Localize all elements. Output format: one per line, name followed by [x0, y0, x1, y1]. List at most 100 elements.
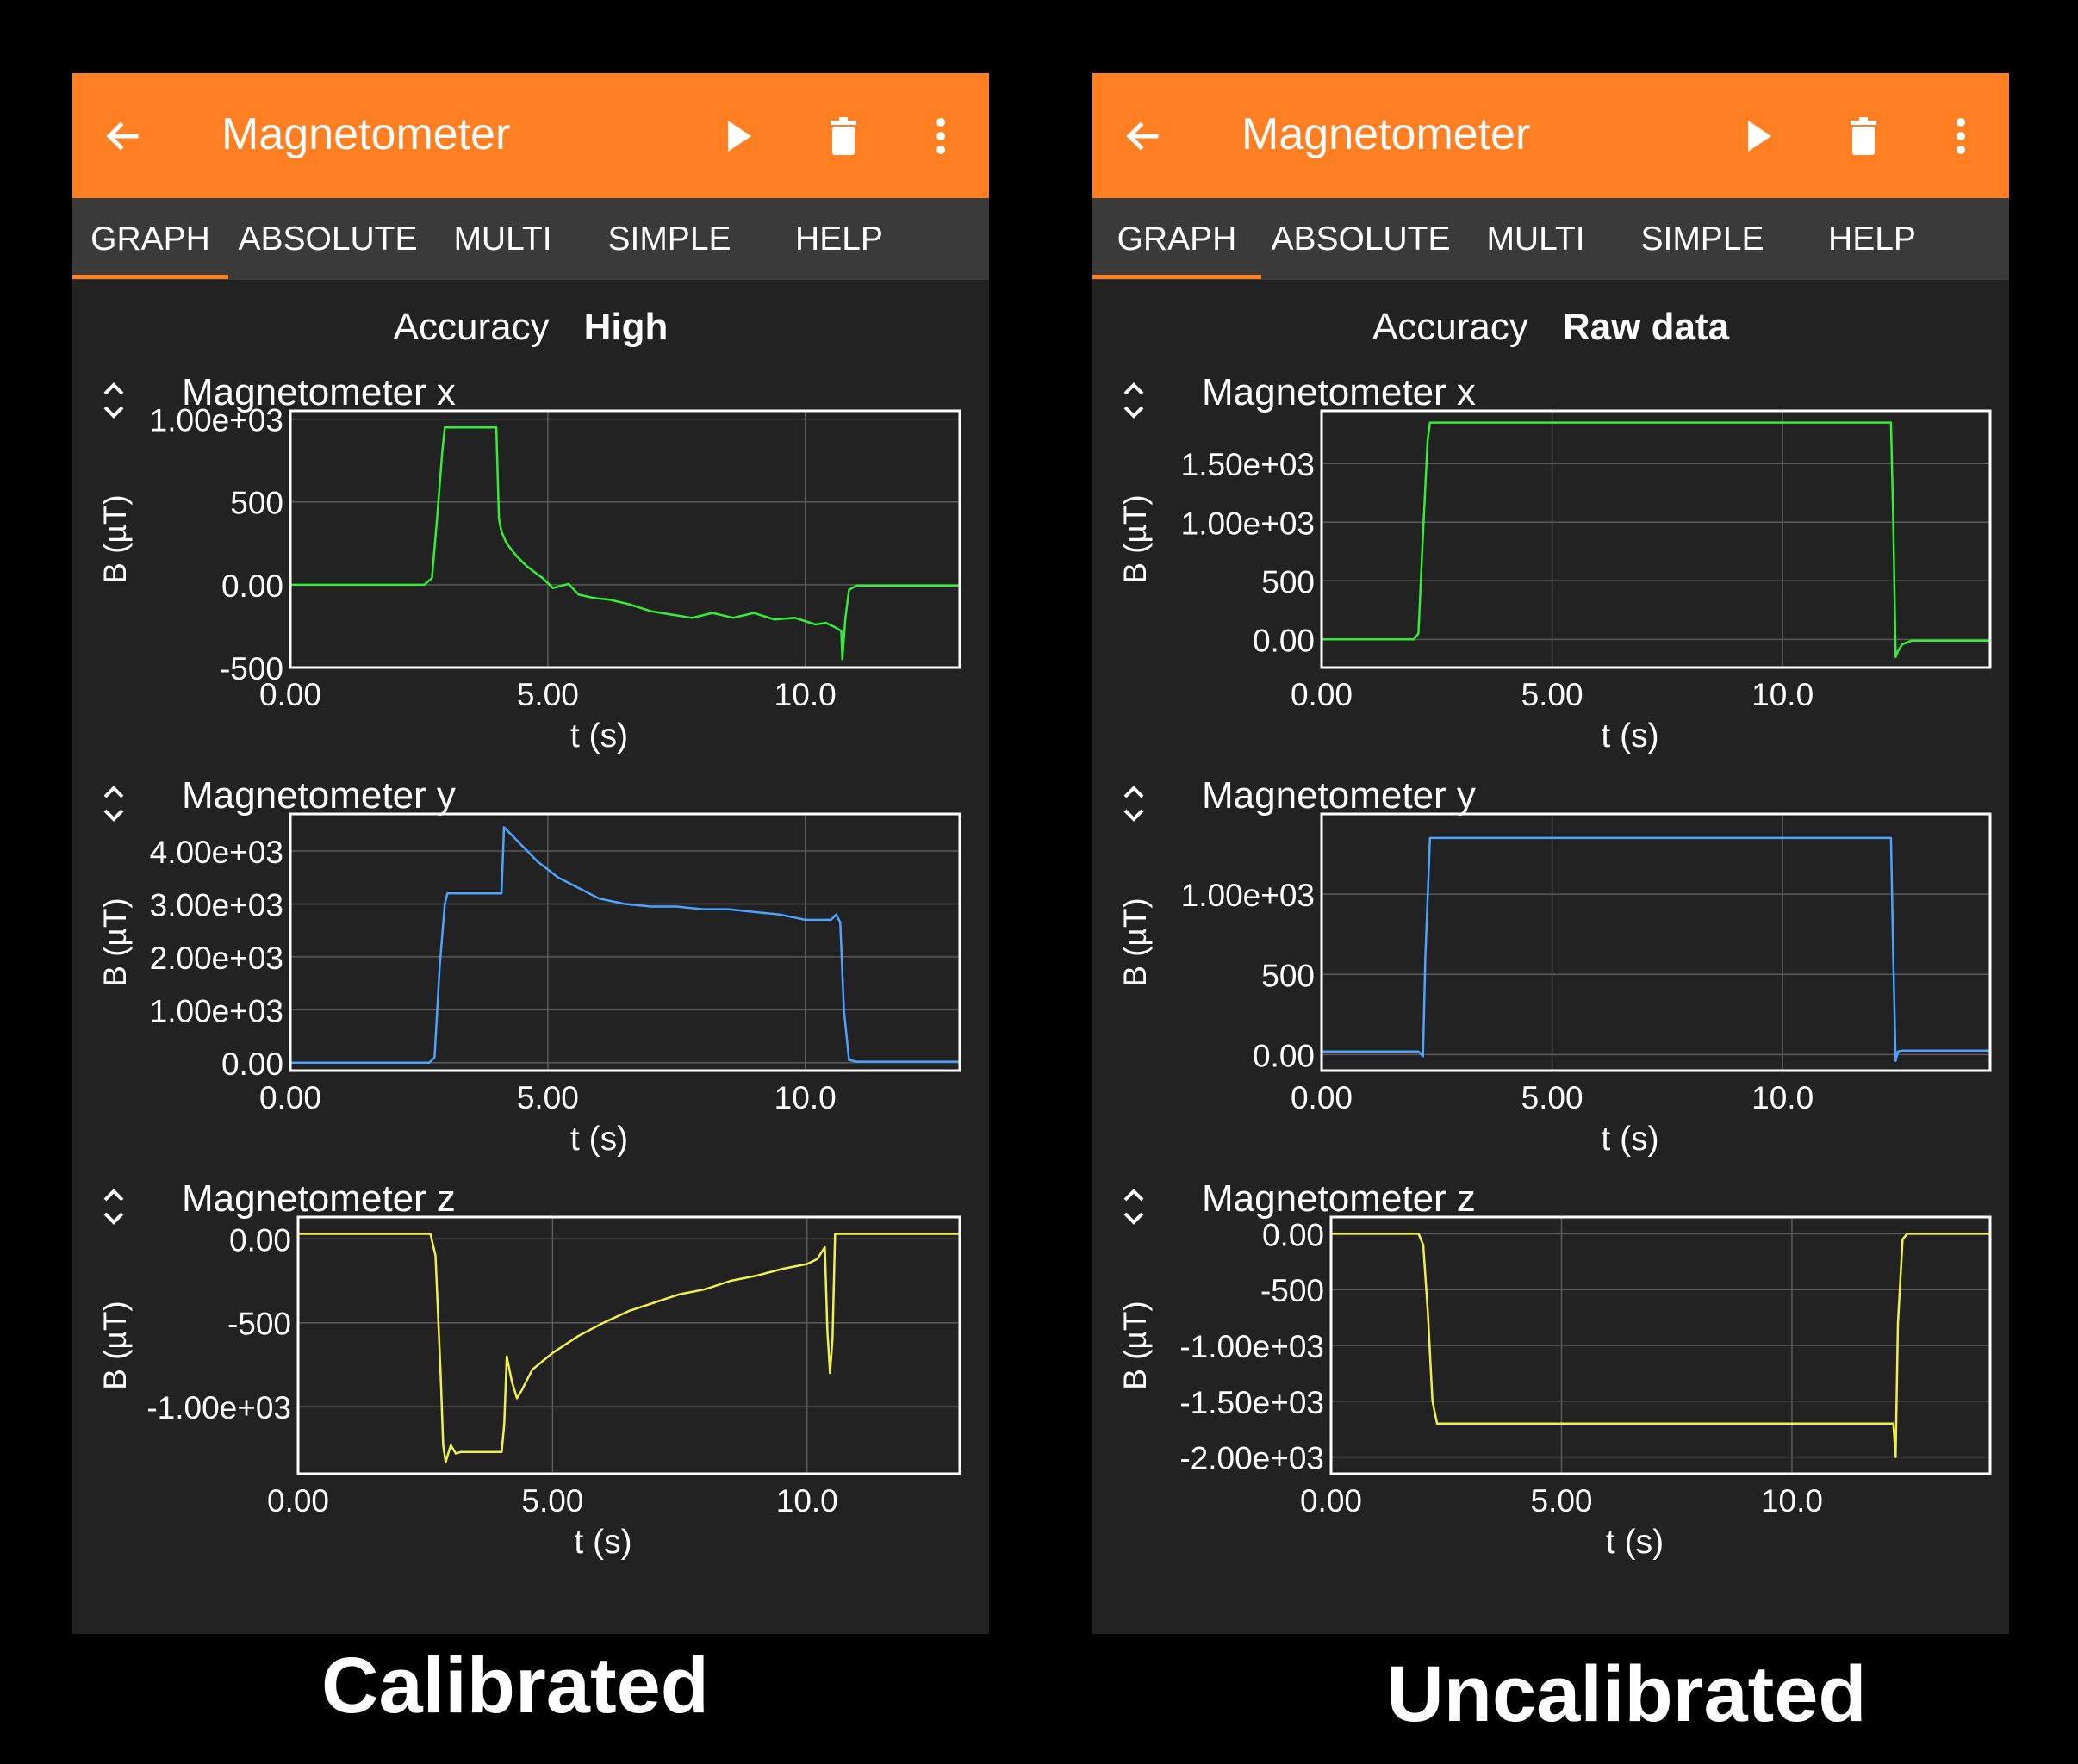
y-tick-label: 1.00e+03	[1181, 878, 1315, 913]
y-tick-label: 1.00e+03	[150, 993, 283, 1028]
x-tick-label: 5.00	[1521, 1080, 1583, 1115]
graph-magnetometer-y[interactable]: Magnetometer y 4.00e+03 3.00e+03 2.00e+03 1.…	[72, 769, 989, 1165]
plot-frame	[289, 409, 961, 669]
active-tab-indicator	[1092, 275, 1261, 279]
y-tick-label: 2.00e+03	[150, 941, 283, 976]
more-vert-icon[interactable]	[918, 114, 963, 158]
back-arrow-icon[interactable]	[100, 114, 145, 158]
chart-svg: 0.00 -500 -1.00e+03 -1.50e+03 -2.00e+03 0.00 5…	[1117, 1215, 1992, 1561]
tab-simple[interactable]: SIMPLE	[578, 198, 761, 280]
y-tick-label: 0.00	[229, 1222, 291, 1258]
x-tick-label: 10.0	[1761, 1483, 1823, 1519]
x-tick-label: 0.00	[259, 1080, 321, 1115]
x-tick-label: 0.00	[1291, 1080, 1353, 1115]
y-tick-label: 0.00	[221, 1047, 283, 1082]
series-line	[1322, 421, 1990, 659]
x-axis-label: t (s)	[1601, 717, 1658, 755]
tab-multi[interactable]: MULTI	[1460, 198, 1611, 280]
phone-screen-uncalibrated: Magnetometer GRAPH ABSOLUTE MULTI SIMPLE…	[1092, 73, 2009, 1634]
y-tick-label: 0.00	[221, 568, 283, 604]
active-tab-indicator	[72, 275, 228, 279]
y-axis-label: B (µT)	[1117, 898, 1153, 987]
y-tick-label: 500	[1261, 958, 1315, 993]
plot-frame	[289, 812, 961, 1072]
y-axis-label: B (µT)	[1117, 494, 1153, 584]
x-tick-label: 10.0	[776, 1483, 838, 1519]
x-tick-label: 0.00	[259, 677, 321, 712]
y-tick-label: 1.00e+03	[150, 403, 283, 438]
tab-multi[interactable]: MULTI	[427, 198, 578, 280]
accuracy-label: Accuracy	[393, 306, 550, 348]
x-tick-label: 10.0	[1751, 1080, 1814, 1115]
y-tick-label: 0.00	[1262, 1217, 1324, 1252]
accuracy-label: Accuracy	[1372, 306, 1528, 348]
tab-help[interactable]: HELP	[761, 198, 918, 280]
tab-help[interactable]: HELP	[1794, 198, 1950, 280]
x-tick-label: 0.00	[1300, 1483, 1362, 1519]
y-tick-label: -1.00e+03	[146, 1390, 291, 1425]
graph-magnetometer-y[interactable]: Magnetometer y 1.00e+03 500 0.00 0.00 5.00 10.…	[1092, 769, 2009, 1165]
x-tick-label: 5.00	[517, 1080, 579, 1115]
x-axis-label: t (s)	[570, 1121, 628, 1158]
y-tick-label: -1.50e+03	[1179, 1385, 1324, 1420]
caption-uncalibrated: Uncalibrated	[1386, 1650, 1867, 1738]
tab-absolute[interactable]: ABSOLUTE	[1261, 198, 1460, 280]
y-tick-label: 0.00	[1253, 623, 1315, 658]
play-icon[interactable]	[1735, 114, 1780, 158]
y-tick-label: -500	[1260, 1273, 1324, 1308]
trash-icon[interactable]	[821, 114, 866, 158]
y-tick-label: -1.00e+03	[1179, 1329, 1324, 1364]
x-axis-label: t (s)	[1606, 1524, 1664, 1561]
series-line	[290, 826, 960, 1065]
tab-absolute[interactable]: ABSOLUTE	[228, 198, 427, 280]
tab-graph[interactable]: GRAPH	[1092, 198, 1261, 280]
accuracy-value: High	[583, 306, 669, 348]
y-tick-label: 1.00e+03	[1181, 506, 1315, 541]
x-tick-label: 10.0	[775, 677, 837, 712]
graph-magnetometer-x[interactable]: Magnetometer x 1.50e+03 1.00e+03 500 0.00 0.0…	[1092, 366, 2009, 762]
y-axis-label: B (µT)	[97, 494, 133, 584]
y-tick-label: 500	[230, 486, 283, 521]
accuracy-row: Accuracy Raw data	[1092, 301, 2009, 353]
accuracy-row: Accuracy High	[72, 301, 989, 353]
x-tick-label: 5.00	[517, 677, 579, 712]
plot-frame	[296, 1215, 961, 1475]
trash-icon[interactable]	[1841, 114, 1886, 158]
more-vert-icon[interactable]	[1938, 114, 1983, 158]
x-tick-label: 0.00	[267, 1483, 329, 1519]
y-tick-label: 4.00e+03	[150, 835, 283, 870]
tab-simple[interactable]: SIMPLE	[1611, 198, 1794, 280]
chart-svg: 1.00e+03 500 0.00 0.00 5.00 10.0 t (s) B (µT)	[1117, 812, 1992, 1158]
caption-calibrated: Calibrated	[321, 1642, 709, 1730]
y-axis-label: B (µT)	[97, 898, 133, 987]
y-tick-label: 1.50e+03	[1181, 447, 1315, 482]
app-bar: Magnetometer	[72, 73, 989, 198]
graph-magnetometer-z[interactable]: Magnetometer z 0.00 -500 -1.00e+03 0.00 5.00 1…	[72, 1172, 989, 1568]
tab-bar: GRAPH ABSOLUTE MULTI SIMPLE HELP	[72, 198, 989, 280]
app-title: Magnetometer	[221, 109, 511, 159]
y-tick-label: -500	[227, 1307, 291, 1342]
back-arrow-icon[interactable]	[1120, 114, 1165, 158]
x-axis-label: t (s)	[1601, 1121, 1658, 1158]
y-tick-label: 0.00	[1253, 1038, 1315, 1073]
app-title: Magnetometer	[1241, 109, 1531, 159]
chart-svg: 0.00 -500 -1.00e+03 0.00 5.00 10.0 t (s) B (µT)	[97, 1215, 961, 1561]
y-tick-label: -2.00e+03	[1179, 1441, 1324, 1476]
phone-screen-calibrated: Magnetometer GRAPH ABSOLUTE MULTI SIMPLE…	[72, 73, 989, 1634]
x-tick-label: 10.0	[1751, 677, 1814, 712]
tab-bar: GRAPH ABSOLUTE MULTI SIMPLE HELP	[1092, 198, 2009, 280]
plot-frame	[1320, 812, 1992, 1072]
x-tick-label: 5.00	[1530, 1483, 1592, 1519]
chart-svg: 1.50e+03 1.00e+03 500 0.00 0.00 5.00 10.0 t (s)…	[1117, 409, 1992, 755]
chart-svg: 1.00e+035000.00-5000.00 5.00 10.0t (s)B (µ…	[97, 403, 961, 755]
x-tick-label: 5.00	[1521, 677, 1583, 712]
tab-graph[interactable]: GRAPH	[72, 198, 228, 280]
y-axis-label: B (µT)	[97, 1301, 133, 1390]
graph-magnetometer-z[interactable]: Magnetometer z 0.00 -500 -1.00e+03 -1.50e+03…	[1092, 1172, 2009, 1568]
x-axis-label: t (s)	[574, 1524, 631, 1561]
x-tick-label: 10.0	[775, 1080, 837, 1115]
series-line	[1322, 836, 1990, 1063]
x-tick-label: 0.00	[1291, 677, 1353, 712]
play-icon[interactable]	[715, 114, 760, 158]
graph-magnetometer-x[interactable]: Magnetometer x 1.00e+03 500 0.00 -500 0.00 5.0…	[72, 366, 989, 762]
